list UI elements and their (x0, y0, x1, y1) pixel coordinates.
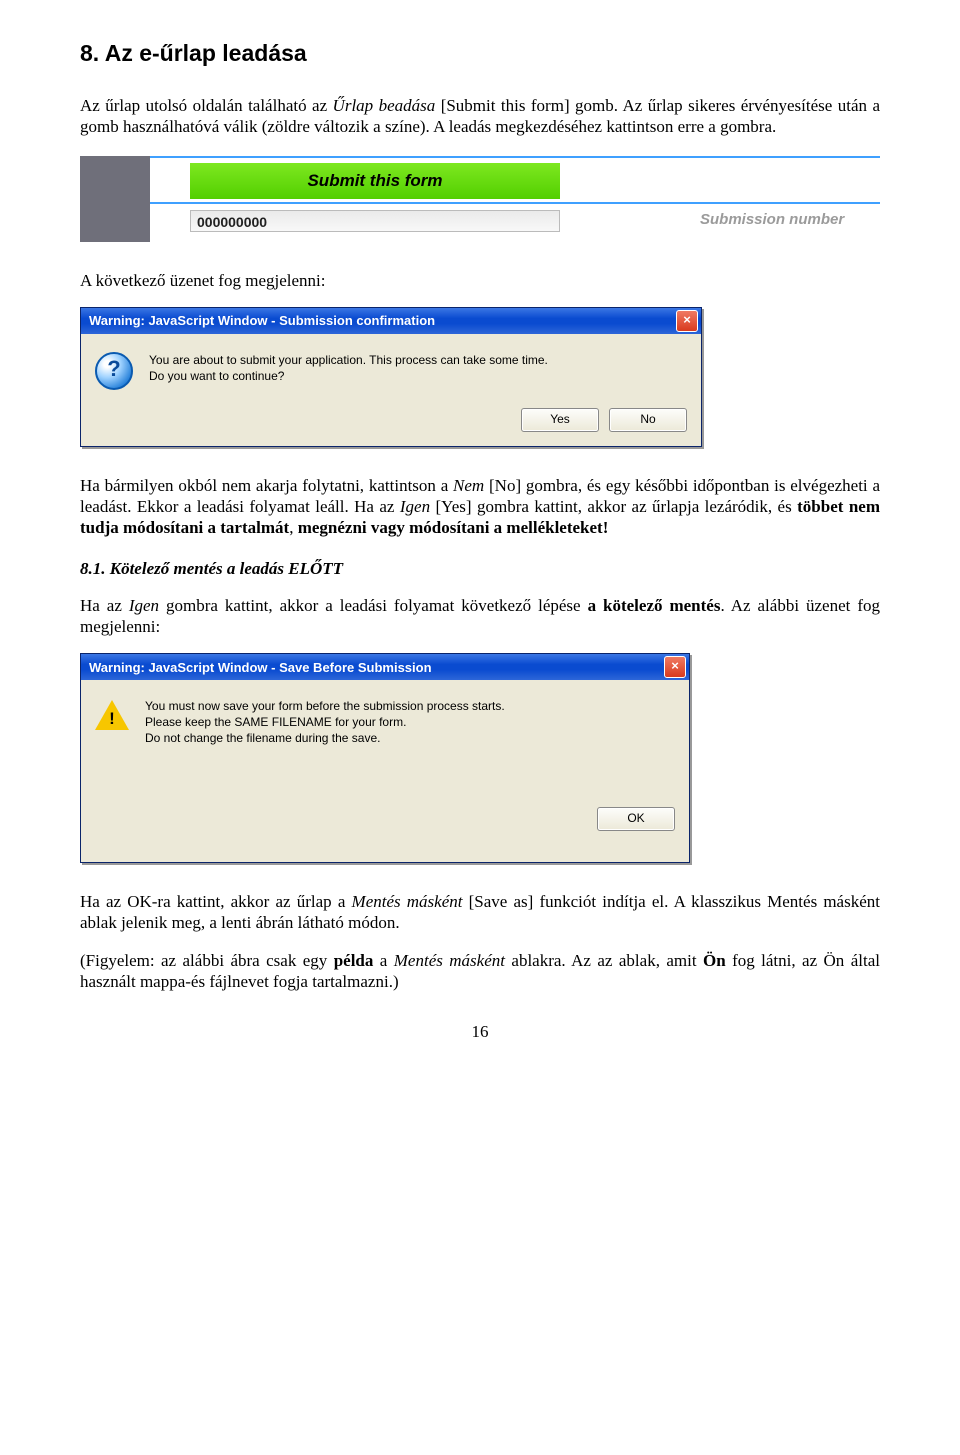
dialog-titlebar: Warning: JavaScript Window - Submission … (81, 308, 701, 334)
text-italic: Mentés másként (352, 892, 463, 911)
text: Az űrlap utolsó oldalán található az (80, 96, 333, 115)
text: (Figyelem: az alábbi ábra csak egy (80, 951, 334, 970)
text: Ha az (80, 596, 129, 615)
save-before-submission-dialog: Warning: JavaScript Window - Save Before… (80, 653, 690, 863)
yes-button[interactable]: Yes (521, 408, 599, 432)
text-bold: megnézni vagy módosítani a mellékleteket… (298, 518, 609, 537)
text-italic: Igen (400, 497, 430, 516)
dialog-text: You must now save your form before the s… (145, 698, 505, 747)
text-italic: Űrlap beadása (333, 96, 436, 115)
text: , (289, 518, 298, 537)
text: ablakra. Az az ablak, amit (505, 951, 703, 970)
text-italic: Mentés másként (394, 951, 505, 970)
close-icon[interactable]: × (664, 656, 686, 678)
paragraph-6: (Figyelem: az alábbi ábra csak egy példa… (80, 950, 880, 993)
sidebar-placeholder (80, 156, 150, 242)
dialog-title: Warning: JavaScript Window - Submission … (89, 313, 435, 328)
text-italic: Nem (453, 476, 484, 495)
submission-number-field: 000000000 (190, 210, 560, 232)
no-button[interactable]: No (609, 408, 687, 432)
text-bold: példa (334, 951, 374, 970)
text: [Yes] gombra kattint, akkor az űrlapja l… (430, 497, 797, 516)
text-italic: Igen (129, 596, 159, 615)
subsection-heading: 8.1. Kötelező mentés a leadás ELŐTT (80, 559, 880, 579)
dialog-title: Warning: JavaScript Window - Save Before… (89, 660, 432, 675)
paragraph-2: A következő üzenet fog megjelenni: (80, 270, 880, 291)
question-icon (95, 352, 133, 390)
paragraph-5: Ha az OK-ra kattint, akkor az űrlap a Me… (80, 891, 880, 934)
confirmation-dialog: Warning: JavaScript Window - Submission … (80, 307, 702, 447)
dialog-titlebar: Warning: JavaScript Window - Save Before… (81, 654, 689, 680)
section-heading: 8. Az e-űrlap leadása (80, 40, 880, 67)
text: Ha az OK-ra kattint, akkor az űrlap a (80, 892, 352, 911)
submission-number-label: Submission number (700, 212, 844, 229)
close-icon[interactable]: × (676, 310, 698, 332)
paragraph-3: Ha bármilyen okból nem akarja folytatni,… (80, 475, 880, 539)
text: gombra kattint, akkor a leadási folyamat… (159, 596, 588, 615)
text-bold: a kötelező mentés (588, 596, 721, 615)
page-number: 16 (80, 1022, 880, 1042)
text-bold: Ön (703, 951, 726, 970)
paragraph-1: Az űrlap utolsó oldalán található az Űrl… (80, 95, 880, 138)
paragraph-4: Ha az Igen gombra kattint, akkor a leadá… (80, 595, 880, 638)
ok-button[interactable]: OK (597, 807, 675, 831)
submit-form-button[interactable]: Submit this form (190, 163, 560, 199)
text: a (373, 951, 393, 970)
dialog-text: You are about to submit your application… (149, 352, 548, 384)
warning-icon (95, 698, 129, 732)
text: Ha bármilyen okból nem akarja folytatni,… (80, 476, 453, 495)
